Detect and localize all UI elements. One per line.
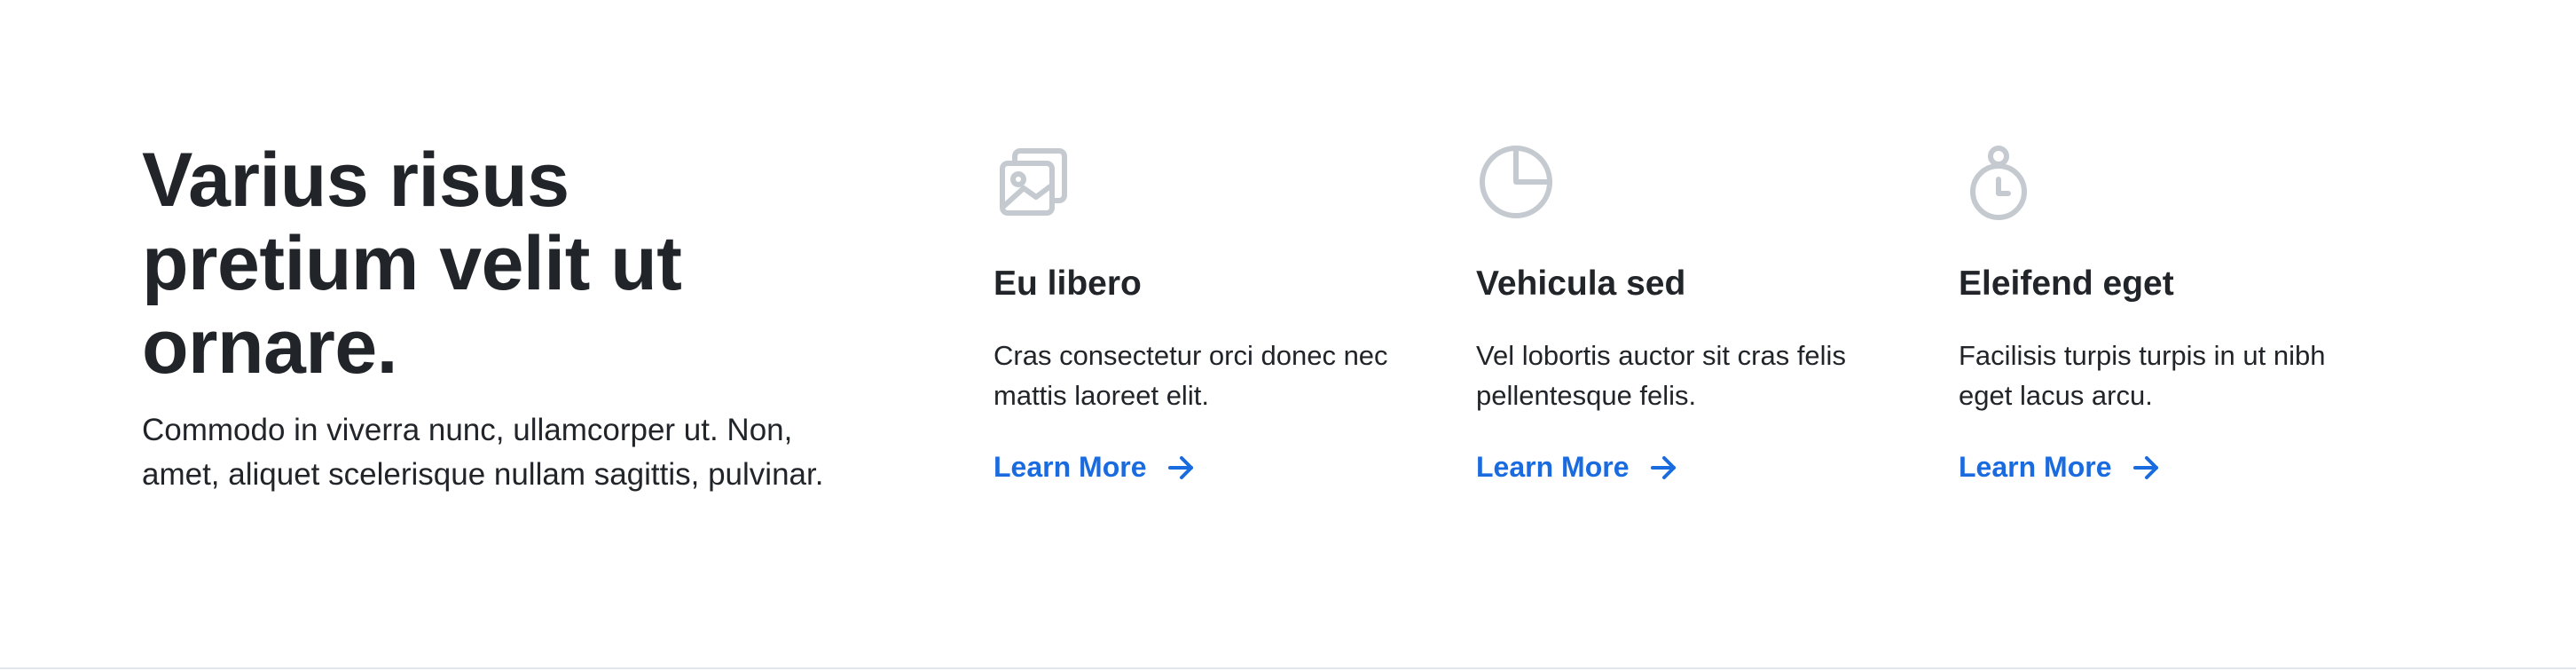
stopwatch-icon xyxy=(1970,146,2027,220)
features-section: Varius risus pretium velit ut ornare. Co… xyxy=(0,0,2576,669)
pie-chart-icon xyxy=(1480,146,1552,218)
learn-more-link[interactable]: Learn More xyxy=(1959,451,2161,484)
feature-text: Cras consectetur orci donec nec mattis l… xyxy=(993,340,1388,411)
feature-card-vehicula-sed: Vehicula sed Vel lobortis auctor sit cra… xyxy=(1476,142,1902,483)
photos-icon xyxy=(1000,148,1067,216)
feature-card-eu-libero: Eu libero Cras consectetur orci donec ne… xyxy=(993,142,1419,483)
feature-title: Eleifend eget xyxy=(1959,264,2174,303)
feature-title: Eu libero xyxy=(993,264,1142,303)
intro-block: Varius risus pretium velit ut ornare. Co… xyxy=(142,138,852,497)
feature-title: Vehicula sed xyxy=(1476,264,1686,303)
arrow-right-icon xyxy=(1651,455,1677,479)
arrow-right-icon xyxy=(2133,455,2159,479)
section-description: Commodo in viverra nunc, ullamcorper ut.… xyxy=(142,413,824,492)
learn-more-link[interactable]: Learn More xyxy=(1476,451,1678,484)
section-title: Varius risus pretium velit ut ornare. xyxy=(142,138,682,390)
learn-more-link[interactable]: Learn More xyxy=(993,451,1196,484)
feature-text: Vel lobortis auctor sit cras felis pelle… xyxy=(1476,340,1846,411)
feature-text: Facilisis turpis turpis in ut nibh eget … xyxy=(1959,340,2326,411)
arrow-right-icon xyxy=(1168,455,1194,479)
feature-card-eleifend-eget: Eleifend eget Facilisis turpis turpis in… xyxy=(1959,142,2384,483)
learn-more-label: Learn More xyxy=(1476,451,1630,483)
learn-more-label: Learn More xyxy=(993,451,1147,483)
learn-more-label: Learn More xyxy=(1959,451,2112,483)
